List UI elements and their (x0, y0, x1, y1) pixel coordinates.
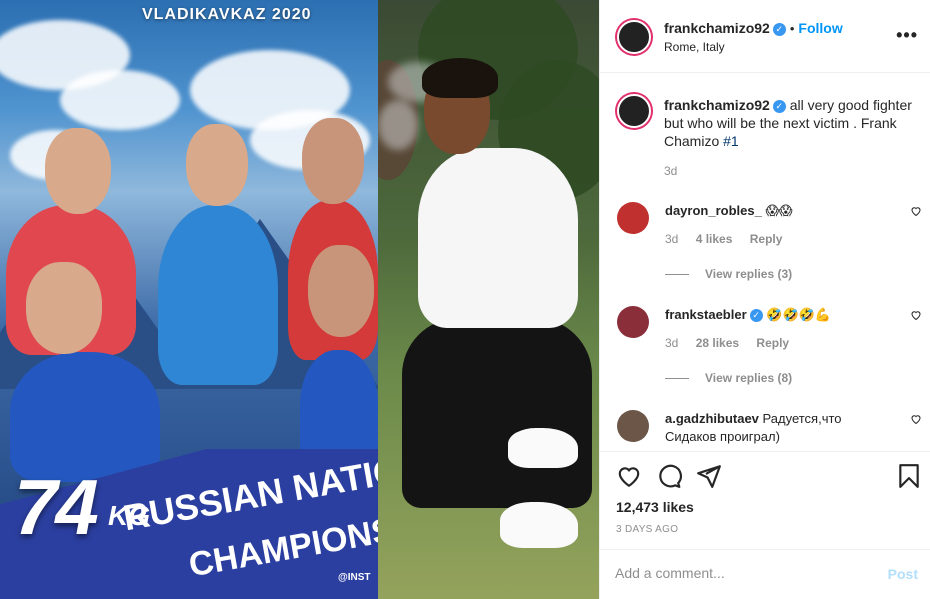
comment-text: 😱😱 (761, 203, 793, 218)
follow-button[interactable]: Follow (798, 20, 842, 36)
caption-avatar[interactable] (617, 94, 651, 128)
commenter-avatar[interactable] (617, 410, 649, 442)
reply-button[interactable]: Reply (750, 232, 783, 246)
poster-handle: @INST (338, 572, 371, 583)
separator-dot: • (789, 21, 795, 36)
author-avatar[interactable] (617, 20, 651, 54)
post-header: frankchamizo92 ✓ • Follow Rome, Italy ••• (600, 0, 930, 73)
comment-time[interactable]: 3d (665, 336, 678, 350)
poster-title: VLADIKAVKAZ 2020 (142, 6, 312, 23)
verified-icon: ✓ (772, 100, 786, 113)
post-actions: 12,473 likes 3 DAYS AGO (600, 451, 930, 549)
comment-likes[interactable]: 4 likes (696, 232, 733, 246)
poster-weight: 74 (14, 463, 99, 551)
likes-count[interactable]: 12,473 likes (616, 499, 694, 515)
add-comment-bar: Post (600, 549, 930, 599)
post-side-panel: frankchamizo92 ✓ • Follow Rome, Italy ••• f… (599, 0, 930, 599)
share-icon[interactable] (696, 463, 722, 489)
view-replies-button[interactable]: View replies (8) (665, 371, 792, 385)
post-dialog: VLADIKAVKAZ 2020 74 KG RUSSIAN NATIO CHA… (0, 0, 930, 599)
reply-button[interactable]: Reply (756, 336, 789, 350)
bookmark-icon[interactable] (896, 463, 922, 489)
hashtag-link[interactable]: #1 (723, 133, 739, 149)
caption-time[interactable]: 3d (664, 164, 677, 178)
heart-icon[interactable] (910, 309, 922, 321)
person-photo (378, 0, 599, 599)
commenter-avatar[interactable] (617, 202, 649, 234)
heart-icon[interactable] (910, 205, 922, 217)
location-link[interactable]: Rome, Italy (664, 40, 725, 54)
comment-text: 🤣🤣🤣💪 (762, 307, 832, 322)
more-options-icon[interactable]: ••• (896, 25, 918, 46)
caption-username[interactable]: frankchamizo92 (664, 97, 770, 113)
commenter-avatar[interactable] (617, 306, 649, 338)
commenter-username[interactable]: frankstaebler (665, 307, 747, 322)
comment-time[interactable]: 3d (665, 232, 678, 246)
verified-icon: ✓ (749, 309, 763, 322)
commenter-username[interactable]: dayron_robles_ (665, 203, 762, 218)
heart-icon[interactable] (616, 463, 642, 489)
commenter-username[interactable]: a.gadzhibutaev (665, 411, 759, 426)
view-replies-button[interactable]: View replies (3) (665, 267, 792, 281)
author-username[interactable]: frankchamizo92 (664, 20, 770, 36)
poster-image: VLADIKAVKAZ 2020 74 KG RUSSIAN NATIO CHA… (0, 0, 378, 599)
post-comment-button[interactable]: Post (888, 566, 918, 582)
comment-likes[interactable]: 28 likes (696, 336, 739, 350)
post-media[interactable]: VLADIKAVKAZ 2020 74 KG RUSSIAN NATIO CHA… (0, 0, 599, 599)
post-timestamp[interactable]: 3 DAYS AGO (616, 524, 678, 535)
comment-icon[interactable] (656, 463, 682, 489)
heart-icon[interactable] (910, 413, 922, 425)
verified-icon: ✓ (772, 23, 786, 36)
comment-input[interactable] (615, 565, 865, 581)
